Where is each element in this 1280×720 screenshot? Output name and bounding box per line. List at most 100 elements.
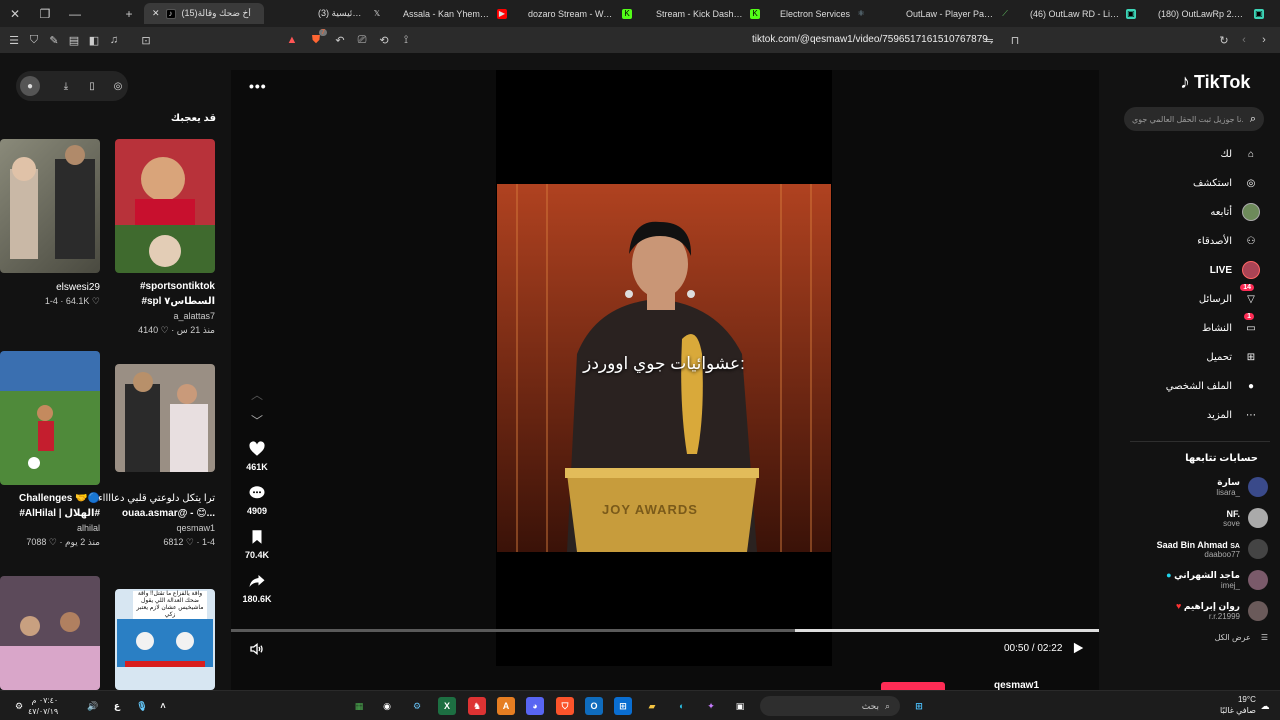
video-thumbnail[interactable] (0, 139, 100, 273)
show-all-link[interactable]: عرض الكل ☰ (1215, 633, 1268, 642)
volume-icon[interactable] (249, 641, 265, 657)
search-icon[interactable]: ⌕ (1250, 113, 1256, 126)
edit-icon[interactable]: ✎ (46, 32, 62, 48)
video-caption[interactable]: Challenges 🤝🔵 (19, 493, 100, 504)
avatar-icon[interactable]: ● (20, 76, 40, 96)
app-icon-multicolor[interactable]: ▦ (350, 697, 368, 715)
menu-icon[interactable]: ☰ (6, 32, 22, 48)
tiktok-logo[interactable]: ♪ TikTok (1180, 71, 1250, 94)
nav-explore[interactable]: استكشف ◎ (1193, 174, 1260, 192)
nav-upload[interactable]: تحميل ⊞ (1206, 348, 1260, 366)
video-author[interactable]: alhilal (77, 523, 100, 533)
tab-kick-dashboard[interactable]: Stream - Kick Dashboa K (648, 3, 768, 24)
nav-messages[interactable]: الرسائل ▽ 14 (1199, 284, 1260, 308)
video-author[interactable]: qesmaw1 (176, 523, 215, 533)
github-desktop-icon[interactable]: ◉ (378, 697, 396, 715)
tab-youtube[interactable]: Assala - Kan Yhemny | ▶ (395, 3, 515, 24)
video-thumbnail[interactable]: واقة يالفزاع ما تقتل!! واقة ضحك العدالة … (115, 589, 215, 690)
windows-start-icon[interactable]: ⊞ (910, 697, 928, 715)
clock[interactable]: ٠٧:٤٠ م ٤٧/٠٧/١٩ (28, 695, 58, 717)
bookmark-icon[interactable]: ⊓ (1007, 32, 1023, 48)
video-caption[interactable]: ترا يتكل دلوعتي قلبي دعااااء (98, 493, 215, 504)
save-button[interactable]: 70.4K (241, 528, 273, 560)
nav-following[interactable]: أتابعه (1210, 203, 1260, 221)
back-icon[interactable]: ‹ (1236, 32, 1252, 48)
sidebar-icon[interactable]: ◧ (86, 32, 102, 48)
taskview-icon[interactable]: ▣ (731, 697, 749, 715)
video-thumbnail[interactable] (115, 139, 215, 273)
nav-activity[interactable]: النشاط ▭ 1 (1202, 313, 1260, 337)
nav-profile[interactable]: الملف الشخصي ● (1166, 377, 1260, 395)
cast-icon[interactable]: ⎚ (354, 32, 370, 48)
progress-bar[interactable] (231, 629, 1099, 632)
previous-video-icon[interactable]: ︿ (251, 386, 263, 403)
back-history-icon[interactable]: ↶ (332, 32, 348, 48)
tab-outlawrp[interactable]: (180) OutLawRp 2.0 - Live ▣ (1150, 3, 1272, 24)
brave-shield-icon[interactable]: ⛊ 7 (308, 29, 327, 48)
followed-account[interactable]: ● ماجد الشهراني imej_ (1166, 570, 1268, 590)
next-video-icon[interactable]: ﹀ (251, 412, 263, 429)
screenshot-icon[interactable]: ⊡ (138, 32, 154, 48)
reload-icon[interactable]: ↻ (1216, 32, 1232, 48)
video-author[interactable]: a_alattas7 (173, 311, 215, 321)
tab-electron[interactable]: Electron Services ⚛ (772, 3, 892, 24)
like-button[interactable]: 461K (241, 440, 273, 472)
discord-icon[interactable]: ◕ (526, 697, 544, 715)
video-caption-line2[interactable]: ouaa.asmar@ - 😊... (122, 508, 215, 519)
nav-live[interactable]: LIVE (1210, 261, 1260, 279)
video-caption[interactable]: elswesi29 (56, 282, 100, 293)
followed-account[interactable]: ♥ روان إبراهيم r.r.21999 (1176, 601, 1268, 621)
video-caption-line2[interactable]: #spl السطاس٧ (141, 296, 215, 307)
translate-icon[interactable]: ⟲ (376, 32, 392, 48)
steam-icon[interactable]: ⚙ (408, 697, 426, 715)
new-tab-icon[interactable]: + (118, 0, 140, 27)
video-player[interactable]: ••• JOY AWARDS عشوائيات جوي اووردز: ︿ ﹀ … (231, 70, 1099, 690)
video-thumbnail[interactable] (0, 576, 100, 690)
search-input[interactable]: نا جوزيل ثبت الحقل العالمي جوي... ⌕ (1124, 107, 1264, 131)
video-frame[interactable]: JOY AWARDS عشوائيات جوي اووردز: (497, 184, 831, 552)
language-indicator[interactable]: ع (108, 697, 126, 715)
app-red-icon[interactable]: ♞ (468, 697, 486, 715)
tab-tiktok[interactable]: ✕ ♪ (15)أخ ضحك وقالة (144, 3, 264, 24)
store-icon[interactable]: ⊞ (614, 697, 632, 715)
tab-outlaw-player[interactable]: OutLaw - Player Page ⟋ (898, 3, 1018, 24)
nav-for-you[interactable]: لك ⌂ (1221, 145, 1260, 163)
close-window-icon[interactable]: ✕ (4, 0, 26, 27)
download-icon[interactable]: ⤓ (56, 76, 76, 96)
tab-outlaw-live[interactable]: (46) OutLaw RD - Live Cons ▣ (1022, 3, 1144, 24)
minimize-window-icon[interactable]: — (64, 0, 86, 27)
tabs-icon[interactable]: ▤ (66, 32, 82, 48)
brave-icon[interactable]: ⛉ (556, 697, 574, 715)
video-caption[interactable]: #sportsontiktok (140, 281, 215, 292)
followed-account[interactable]: سارة lisara_ (1216, 477, 1268, 497)
speaker-icon[interactable]: 🔊 (84, 697, 102, 715)
outlook-icon[interactable]: O (585, 697, 603, 715)
followed-account[interactable]: NF. sove (1223, 508, 1268, 528)
share-button[interactable]: 180.6K (241, 572, 273, 604)
app-orange-icon[interactable]: A (497, 697, 515, 715)
phone-icon[interactable]: ▯ (82, 76, 102, 96)
site-settings-icon[interactable]: ⇋ (981, 32, 997, 48)
followed-account[interactable]: Saad Bin Ahmad SA daaboo77 (1157, 539, 1268, 559)
video-thumbnail[interactable] (115, 364, 215, 472)
chevron-up-icon[interactable]: ˄ (154, 697, 172, 715)
alert-icon[interactable]: ▲ (284, 32, 300, 48)
video-thumbnail[interactable] (0, 351, 100, 485)
compass-icon[interactable]: ◎ (108, 76, 128, 96)
settings-icon[interactable]: ⚙ (10, 697, 28, 715)
url-text[interactable]: tiktok.com/@qesmaw1/video/75965171615107… (752, 34, 988, 45)
copilot-icon[interactable]: ✦ (702, 697, 720, 715)
music-icon[interactable]: ♫ (106, 32, 122, 48)
nav-friends[interactable]: الأصدقاء ⚇ (1197, 232, 1260, 250)
weather-widget[interactable]: 19°C صافي غالبًا (1220, 694, 1256, 716)
shield-icon[interactable]: ⛉ (26, 32, 42, 48)
edge-icon[interactable]: ◐ (673, 697, 691, 715)
comment-button[interactable]: 4909 (241, 484, 273, 516)
video-caption-line2[interactable]: #AlHilal | الهلال# (19, 508, 100, 519)
extension-icon[interactable]: ⟟ (398, 32, 414, 48)
author-username[interactable]: qesmaw1 (994, 680, 1039, 690)
tab-kick-stream[interactable]: dozaro Stream - Watch Li K (520, 3, 640, 24)
forward-icon[interactable]: › (1256, 32, 1272, 48)
microphone-icon[interactable]: 🎙 (133, 697, 151, 715)
excel-icon[interactable]: X (438, 697, 456, 715)
